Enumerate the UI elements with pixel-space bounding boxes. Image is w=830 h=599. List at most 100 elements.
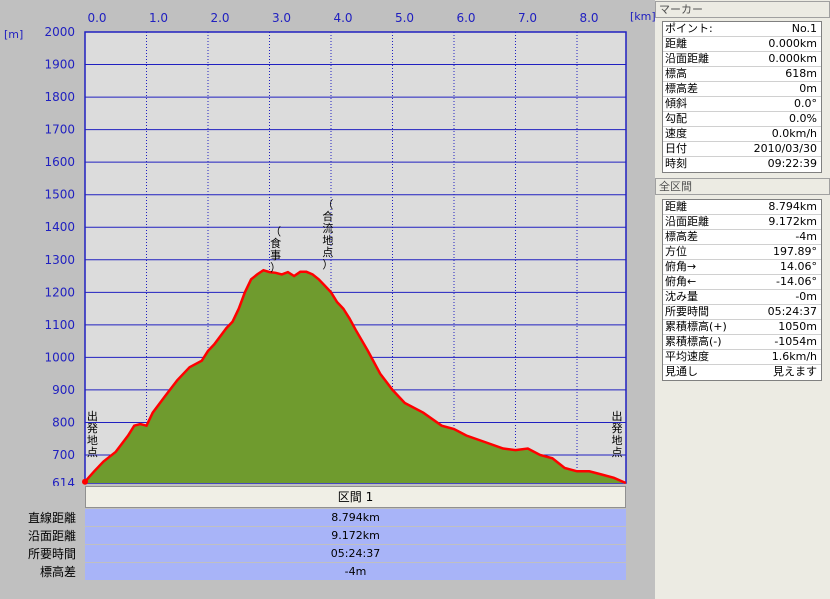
y-tick-label: 900 bbox=[52, 383, 75, 397]
prop-value: -1054m bbox=[774, 335, 817, 348]
marker-point[interactable] bbox=[82, 478, 88, 485]
prop-label: 沿面距離 bbox=[665, 52, 709, 65]
prop-value: 197.89° bbox=[773, 245, 817, 258]
annotation-char: 出 bbox=[87, 409, 98, 423]
annotation-char: 合 bbox=[322, 209, 333, 223]
prop-value: 0.0km/h bbox=[771, 127, 817, 140]
prop-value: 8.794km bbox=[768, 200, 817, 213]
annotation-label: （食事） bbox=[270, 225, 281, 274]
prop-row: 俯角→ 14.06° bbox=[663, 260, 821, 275]
prop-row: 距離 8.794km bbox=[663, 200, 821, 215]
stat-row: 標高差 -4m bbox=[0, 563, 628, 581]
stat-row: 直線距離 8.794km bbox=[0, 509, 628, 527]
x-unit-label: [km] bbox=[630, 10, 655, 23]
prop-value: 0.0% bbox=[789, 112, 817, 125]
prop-row: 時刻 09:22:39 bbox=[663, 157, 821, 172]
prop-value: -0m bbox=[795, 290, 817, 303]
all-section-table: 距離 8.794km 沿面距離 9.172km 標高差 -4m 方位 197.89° 俯角→ 14… bbox=[662, 199, 822, 381]
prop-label: 標高差 bbox=[665, 82, 698, 95]
y-tick-label: 1100 bbox=[44, 318, 75, 332]
stat-value: -4m bbox=[85, 563, 626, 581]
stat-row: 所要時間 05:24:37 bbox=[0, 545, 628, 563]
y-tick-label: 1600 bbox=[44, 155, 75, 169]
x-tick-label: 8.0 bbox=[579, 11, 598, 25]
stat-label: 標高差 bbox=[39, 565, 76, 579]
prop-value: 0.0° bbox=[794, 97, 817, 110]
prop-row: 方位 197.89° bbox=[663, 245, 821, 260]
prop-row: 標高 618m bbox=[663, 67, 821, 82]
x-tick-label: 5.0 bbox=[395, 11, 414, 25]
y-unit-label: [m] bbox=[4, 28, 23, 41]
prop-row: 沈み量 -0m bbox=[663, 290, 821, 305]
prop-row: 標高差 -4m bbox=[663, 230, 821, 245]
elevation-chart[interactable]: 2000 1900 1800 1700 1600 1500 1400 1300 1200 1100… bbox=[0, 0, 655, 486]
annotation-char: ） bbox=[270, 261, 281, 274]
y-tick-label: 1800 bbox=[44, 90, 75, 104]
prop-row: 勾配 0.0% bbox=[663, 112, 821, 127]
x-tick-label: 7.0 bbox=[518, 11, 537, 25]
stat-value: 9.172km bbox=[85, 527, 626, 545]
annotation-char: 点 bbox=[87, 446, 98, 459]
annotation-char: 発 bbox=[87, 421, 98, 435]
prop-value: -14.06° bbox=[776, 275, 817, 288]
y-tick-label: 1700 bbox=[44, 123, 75, 137]
annotation-char: 流 bbox=[322, 221, 333, 235]
prop-row: ポイント: No.1 bbox=[663, 22, 821, 37]
prop-row: 平均速度 1.6km/h bbox=[663, 350, 821, 365]
section-header[interactable]: 区間 1 bbox=[85, 486, 626, 508]
x-tick-label: 4.0 bbox=[333, 11, 352, 25]
prop-value: 1.6km/h bbox=[771, 350, 817, 363]
prop-label: 累積標高(+) bbox=[665, 320, 727, 333]
y-tick-label: 1500 bbox=[44, 188, 75, 202]
prop-label: 俯角→ bbox=[665, 260, 697, 273]
prop-value: 見えます bbox=[773, 365, 817, 378]
prop-label: 所要時間 bbox=[665, 305, 709, 318]
stat-row: 沿面距離 9.172km bbox=[0, 527, 628, 545]
prop-label: 俯角← bbox=[665, 275, 697, 288]
stat-label: 直線距離 bbox=[27, 511, 76, 525]
prop-value: 09:22:39 bbox=[767, 157, 817, 170]
prop-row: 距離 0.000km bbox=[663, 37, 821, 52]
prop-label: 見通し bbox=[665, 365, 698, 378]
prop-row: 累積標高(-) -1054m bbox=[663, 335, 821, 350]
y-tick-label: 1200 bbox=[44, 285, 75, 299]
prop-label: 距離 bbox=[665, 200, 687, 213]
prop-value: 0.000km bbox=[768, 37, 817, 50]
prop-label: 累積標高(-) bbox=[665, 335, 722, 348]
y-tick-label: 1000 bbox=[44, 350, 75, 364]
prop-label: 日付 bbox=[665, 142, 687, 155]
prop-label: 速度 bbox=[665, 127, 687, 140]
annotation-char: 発 bbox=[611, 421, 622, 435]
prop-row: 標高差 0m bbox=[663, 82, 821, 97]
prop-value: -4m bbox=[795, 230, 817, 243]
x-tick-label: 1.0 bbox=[149, 11, 168, 25]
annotation-label: 出発地点 bbox=[611, 409, 622, 459]
annotation-label: （合流地点） bbox=[322, 198, 333, 271]
prop-row: 所要時間 05:24:37 bbox=[663, 305, 821, 320]
annotation-char: 出 bbox=[611, 409, 622, 423]
annotation-char: 点 bbox=[611, 446, 622, 459]
y-tick-label: 800 bbox=[52, 415, 75, 429]
x-tick-label: 0.0 bbox=[87, 11, 106, 25]
prop-label: 勾配 bbox=[665, 112, 687, 125]
stat-label: 所要時間 bbox=[27, 547, 76, 561]
prop-row: 速度 0.0km/h bbox=[663, 127, 821, 142]
annotation-char: 食 bbox=[270, 236, 281, 250]
annotation-label: 出発地点 bbox=[87, 409, 98, 459]
prop-value: No.1 bbox=[791, 22, 817, 35]
y-tick-label: 700 bbox=[52, 448, 75, 462]
x-tick-label: 2.0 bbox=[210, 11, 229, 25]
prop-row: 沿面距離 0.000km bbox=[663, 52, 821, 67]
prop-label: 時刻 bbox=[665, 157, 687, 170]
prop-row: 傾斜 0.0° bbox=[663, 97, 821, 112]
all-section-panel-title: 全区間 bbox=[655, 178, 830, 195]
prop-value: 2010/03/30 bbox=[753, 142, 817, 155]
y-tick-label: 1300 bbox=[44, 253, 75, 267]
prop-value: 0m bbox=[799, 82, 817, 95]
y-tick-label: 2000 bbox=[44, 25, 75, 39]
x-tick-label: 3.0 bbox=[272, 11, 291, 25]
side-panel: マーカー ポイント: No.1 距離 0.000km 沿面距離 0.000km 標高 618m… bbox=[655, 0, 830, 599]
prop-label: ポイント: bbox=[665, 22, 713, 35]
prop-label: 傾斜 bbox=[665, 97, 687, 110]
prop-value: 9.172km bbox=[768, 215, 817, 228]
